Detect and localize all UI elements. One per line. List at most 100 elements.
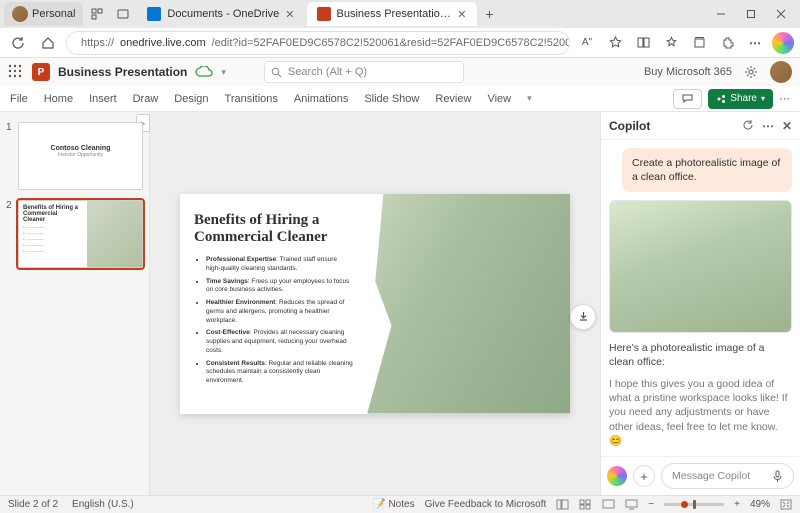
search-icon (271, 67, 282, 78)
main-area: ▸ 1 Contoso Cleaning Investor Opportunit… (0, 112, 800, 495)
ribbon-tab-draw[interactable]: Draw (133, 93, 159, 105)
slide-sorter-icon[interactable] (579, 499, 592, 510)
tab-label: Business Presentation.pptx - Mic… (337, 8, 452, 20)
thumb-number: 1 (6, 122, 14, 190)
tab-label: Documents - OneDrive (167, 8, 279, 20)
copilot-input-row: + Message Copilot (601, 456, 800, 495)
feedback-link[interactable]: Give Feedback to Microsoft (425, 499, 547, 510)
thumb-number: 2 (6, 200, 14, 268)
search-placeholder: Search (Alt + Q) (288, 66, 367, 78)
copilot-pane: Copilot ⋯ ✕ Create a photorealistic imag… (600, 112, 800, 495)
thumb2-image-icon (87, 201, 142, 267)
fit-to-window-icon[interactable] (780, 499, 792, 510)
browser-toolbar: https://onedrive.live.com/edit?id=52FAF0… (0, 28, 800, 58)
copilot-orb-icon (607, 466, 627, 486)
copilot-input[interactable]: Message Copilot (661, 463, 794, 489)
mic-icon[interactable] (772, 470, 783, 483)
settings-icon[interactable] (740, 61, 762, 83)
zoom-level[interactable]: 49% (750, 499, 770, 510)
minimize-button[interactable] (706, 0, 736, 28)
favorite-icon[interactable] (604, 32, 626, 54)
slideshow-view-icon[interactable] (625, 499, 638, 510)
share-label: Share (730, 93, 757, 104)
user-message: Create a photorealistic image of a clean… (622, 148, 792, 192)
ribbon-chevron-icon[interactable]: ▾ (527, 93, 532, 104)
slide-counter[interactable]: Slide 2 of 2 (8, 499, 58, 510)
copilot-close-icon[interactable]: ✕ (782, 119, 792, 133)
reader-mode-icon[interactable]: A" (576, 32, 598, 54)
ribbon-tab-insert[interactable]: Insert (89, 93, 117, 105)
copilot-response-2: I hope this gives you a good idea of wha… (609, 377, 792, 448)
share-icon (716, 94, 726, 104)
thumbnail-2[interactable]: 2 Benefits of Hiring a Commercial Cleane… (6, 200, 143, 268)
slide-thumbnails-panel: ▸ 1 Contoso Cleaning Investor Opportunit… (0, 112, 150, 495)
powerpoint-favicon-icon (317, 7, 331, 21)
user-avatar-icon[interactable] (770, 61, 792, 83)
comments-button[interactable] (673, 89, 702, 109)
ribbon-more-icon[interactable]: ⋯ (779, 92, 790, 105)
ribbon-tab-slideshow[interactable]: Slide Show (364, 93, 419, 105)
close-window-button[interactable] (766, 0, 796, 28)
ribbon-tab-design[interactable]: Design (174, 93, 208, 105)
edge-profile-tab[interactable]: Personal (4, 2, 83, 26)
thumb1-title: Contoso Cleaning (23, 145, 138, 152)
maximize-button[interactable] (736, 0, 766, 28)
ribbon-tab-transitions[interactable]: Transitions (225, 93, 278, 105)
normal-view-icon[interactable] (556, 499, 569, 510)
ribbon-tab-review[interactable]: Review (435, 93, 471, 105)
onedrive-favicon-icon (147, 7, 161, 21)
ribbon-tab-file[interactable]: File (10, 93, 28, 105)
ribbon-tab-home[interactable]: Home (44, 93, 73, 105)
browser-more-icon[interactable]: ⋯ (744, 32, 766, 54)
thumb2-title: Benefits of Hiring a Commercial Cleaner (23, 205, 81, 223)
tab-close-icon[interactable]: ✕ (457, 8, 466, 21)
slide-bullets: Professional Expertise: Trained staff en… (194, 256, 353, 386)
favorites-bar-icon[interactable] (660, 32, 682, 54)
split-screen-icon[interactable] (632, 32, 654, 54)
ribbon-tab-animations[interactable]: Animations (294, 93, 348, 105)
ribbon-tab-view[interactable]: View (487, 93, 511, 105)
copilot-response-1: Here's a photorealistic image of a clean… (609, 341, 792, 369)
document-title[interactable]: Business Presentation (58, 65, 187, 79)
tab-close-icon[interactable]: ✕ (285, 8, 294, 21)
edge-copilot-icon[interactable] (772, 32, 794, 54)
share-button[interactable]: Share▾ (708, 89, 773, 109)
powerpoint-logo-icon (32, 63, 50, 81)
chevron-down-icon[interactable]: ▾ (221, 67, 226, 78)
download-floater-icon[interactable] (570, 304, 596, 330)
zoom-out-icon[interactable]: − (648, 499, 654, 510)
new-tab-button[interactable]: + (479, 3, 501, 25)
saved-to-cloud-icon[interactable] (195, 66, 213, 78)
generated-image[interactable] (609, 200, 792, 332)
slide-content[interactable]: Benefits of Hiring a Commercial Cleaner … (180, 194, 570, 414)
browser-tab-onedrive[interactable]: Documents - OneDrive ✕ (137, 2, 304, 26)
refresh-button[interactable] (6, 31, 30, 55)
language-status[interactable]: English (U.S.) (72, 499, 134, 510)
address-bar[interactable]: https://onedrive.live.com/edit?id=52FAF0… (66, 31, 570, 55)
zoom-in-icon[interactable]: + (734, 499, 740, 510)
zoom-slider[interactable] (664, 503, 724, 506)
home-button[interactable] (36, 31, 60, 55)
copilot-refresh-icon[interactable] (742, 119, 754, 133)
collections-icon[interactable] (688, 32, 710, 54)
app-launcher-icon[interactable] (8, 64, 24, 80)
extensions-icon[interactable] (716, 32, 738, 54)
copilot-body: Create a photorealistic image of a clean… (601, 140, 800, 456)
thumb1-sub: Investor Opportunity (23, 152, 138, 158)
slide-canvas[interactable]: Benefits of Hiring a Commercial Cleaner … (150, 112, 600, 495)
thumbnail-1[interactable]: 1 Contoso Cleaning Investor Opportunity (6, 122, 143, 190)
buy-microsoft-365-link[interactable]: Buy Microsoft 365 (644, 66, 732, 78)
reading-view-icon[interactable] (602, 499, 615, 510)
browser-tab-powerpoint[interactable]: Business Presentation.pptx - Mic… ✕ (307, 2, 477, 26)
copilot-header: Copilot ⋯ ✕ (601, 112, 800, 140)
url-host: onedrive.live.com (120, 37, 206, 49)
window-titlebar: Personal Documents - OneDrive ✕ Business… (0, 0, 800, 28)
slide-image (367, 194, 570, 414)
workspaces-icon[interactable] (87, 4, 107, 24)
tab-actions-icon[interactable] (113, 4, 133, 24)
search-box[interactable]: Search (Alt + Q) (264, 61, 464, 83)
copilot-more-icon[interactable]: ⋯ (762, 119, 774, 133)
notes-button[interactable]: 📝 Notes (373, 499, 414, 510)
copilot-add-button[interactable]: + (633, 465, 655, 487)
profile-avatar-icon (12, 6, 28, 22)
